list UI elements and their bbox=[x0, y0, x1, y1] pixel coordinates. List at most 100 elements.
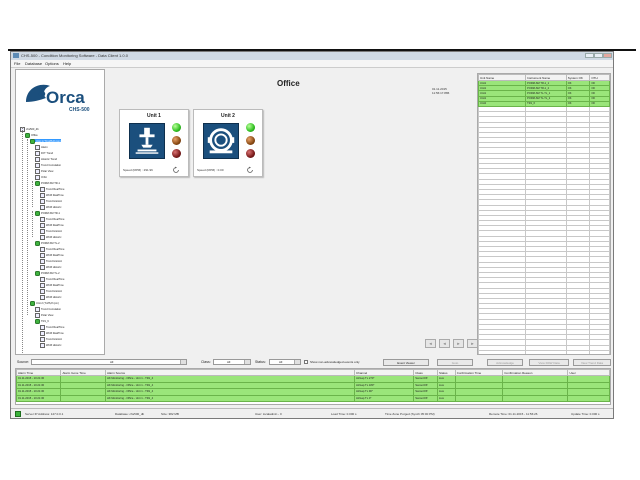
tree-node[interactable]: PORM-SM TL-2 bbox=[35, 271, 60, 276]
tree-node[interactable]: Trend Historic bbox=[40, 259, 62, 264]
acknowledge-button[interactable]: Acknowledge bbox=[487, 359, 523, 366]
tree-node[interactable]: Trend RealTime bbox=[40, 325, 64, 330]
tree-node[interactable]: Unit 1 (TC-MS,8 rpm) bbox=[30, 139, 61, 144]
tree-node[interactable]: Trend RealTime bbox=[40, 277, 65, 282]
unit-1-name: Unit 1 bbox=[147, 113, 161, 119]
tree-node-label: Trend Historic bbox=[46, 229, 63, 233]
server-address: Server IP Address: 127.0.0.1 bbox=[25, 412, 64, 416]
status-value: All bbox=[279, 360, 283, 364]
page-title: Office bbox=[277, 79, 300, 88]
tree-node[interactable]: Wrdif Historic bbox=[40, 265, 61, 270]
alarm-table: Alarm Time Alarm Gone Time Alarm Source Cha… bbox=[16, 369, 610, 402]
document-icon bbox=[35, 145, 40, 150]
tree-node[interactable]: Wrdif Historic bbox=[40, 295, 61, 300]
tree-node[interactable]: Wrdif RealTime bbox=[40, 253, 64, 258]
status-select[interactable]: All bbox=[269, 359, 301, 365]
tree-node[interactable]: Trend RealTime bbox=[40, 187, 64, 192]
document-icon bbox=[40, 325, 45, 330]
tree-node[interactable]: Orbit bbox=[35, 175, 47, 180]
menu-help[interactable]: Help bbox=[63, 61, 71, 66]
maximize-button[interactable] bbox=[594, 53, 603, 58]
goto-button[interactable]: Goto bbox=[437, 359, 473, 366]
remote-time: Remote Time: 01.11.2015 - 11:56:26 bbox=[489, 412, 538, 416]
tree-node[interactable]: Trend Correlation bbox=[35, 307, 61, 312]
tree-node[interactable]: Trend Historic bbox=[40, 337, 62, 342]
document-icon bbox=[35, 307, 40, 312]
class-select[interactable]: All bbox=[213, 359, 251, 365]
tree-node[interactable]: Trend Historic bbox=[40, 199, 62, 204]
alarm-cell: HK Monitoring - Office - Unit 1 - TR1_4 bbox=[104, 394, 356, 402]
unit-1-status-ok-led bbox=[172, 123, 181, 132]
tree-node-label: Trend RealTime bbox=[46, 247, 65, 251]
nav-first-button[interactable]: ◄ bbox=[425, 339, 436, 348]
minimize-button[interactable] bbox=[585, 53, 594, 58]
document-icon bbox=[40, 253, 45, 258]
tree-node[interactable]: Trend Historic bbox=[40, 229, 63, 234]
unit-1-card[interactable]: Unit 1 Speed (RPM) : 291.96 bbox=[119, 109, 189, 177]
tree-node-label: Unit 2 (T-MS,8 rpm) bbox=[36, 301, 59, 305]
tree-node[interactable]: Alarm bbox=[35, 145, 48, 150]
tree-node[interactable]: Trend Historic bbox=[40, 289, 63, 294]
tree-node-label: Trend RealTime bbox=[46, 277, 65, 281]
document-icon bbox=[35, 313, 40, 318]
tree-node-label: chs500_db bbox=[26, 127, 39, 131]
source-select[interactable]: All bbox=[31, 359, 187, 365]
tree-connector bbox=[32, 211, 33, 237]
status-ok-icon bbox=[35, 211, 40, 216]
instrument-table: Unit Name Instrument Name System OK OTH Uni… bbox=[478, 74, 610, 354]
menu-database[interactable]: Database bbox=[25, 61, 42, 66]
document-icon bbox=[40, 247, 45, 252]
nav-next-button[interactable]: ► bbox=[453, 339, 464, 348]
tree-node[interactable]: PORM-SM TR-1 bbox=[35, 211, 60, 216]
close-button[interactable] bbox=[603, 53, 612, 58]
tree-node[interactable]: Wrdif Historic bbox=[40, 235, 61, 240]
tree-node[interactable]: TR1_6 bbox=[35, 319, 49, 324]
view-trend-data-button[interactable]: View Trend Data bbox=[573, 359, 611, 366]
tree-node[interactable]: Wrdif RealTime bbox=[40, 223, 64, 228]
tree-node[interactable]: Trend RealTime bbox=[40, 217, 65, 222]
tree-node-label: Trend RealTime bbox=[46, 217, 65, 221]
tree-node[interactable]: Wrdif Historic bbox=[40, 343, 61, 348]
tree-node[interactable]: Unit 2 (T-MS,8 rpm) bbox=[30, 301, 59, 306]
document-icon bbox=[40, 265, 45, 270]
tree-node[interactable]: FFT Trend bbox=[35, 151, 53, 156]
tree-node[interactable]: PORM-SM TR-1 bbox=[35, 181, 60, 186]
tree-node[interactable]: Polar View bbox=[35, 313, 54, 318]
document-icon bbox=[35, 163, 40, 168]
instrument-cell bbox=[589, 349, 610, 354]
asset-tree[interactable]: chs500_db Office Unit 1 (TC-MS,8 rpm) Alarm… bbox=[18, 127, 104, 353]
alarm-row[interactable]: 01.11.2015 - 10:21:30 HK Monitoring - Off… bbox=[16, 394, 610, 402]
tree-node-label: Polar View bbox=[41, 313, 54, 317]
purge-info: Time Zone Purged (Synch 05:00 PM) bbox=[385, 412, 435, 416]
alarm-filter-bar: Source: All Class: All Status: All Show … bbox=[15, 358, 611, 367]
non-ack-checkbox[interactable] bbox=[304, 360, 308, 364]
status-bar: Server IP Address: 127.0.0.1 Database: c… bbox=[11, 408, 613, 418]
tree-node[interactable]: Office bbox=[25, 133, 38, 138]
tree-node[interactable]: Wrdif RealTime bbox=[40, 193, 64, 198]
tree-node[interactable]: PORM-SM TL-2 bbox=[35, 241, 60, 246]
document-icon bbox=[40, 295, 45, 300]
menu-file[interactable]: File bbox=[14, 61, 20, 66]
event-viewer-button[interactable]: Event Viewer bbox=[383, 359, 429, 366]
tree-node[interactable]: Trend Correlation bbox=[35, 163, 61, 168]
tree-node[interactable]: Wrdif Historic bbox=[40, 205, 61, 210]
unit-2-card[interactable]: Unit 2 Speed (RPM) : 0.00 bbox=[193, 109, 263, 177]
tree-node[interactable]: Wrdif RealTime bbox=[40, 331, 64, 336]
tree-node[interactable]: Historic Trend bbox=[35, 157, 57, 162]
unit-1-refresh-icon[interactable] bbox=[172, 166, 180, 174]
unit-2-refresh-icon[interactable] bbox=[246, 166, 254, 174]
update-time: Update Time: 0.000 s bbox=[571, 412, 600, 416]
tree-node[interactable]: Polar View bbox=[35, 169, 53, 174]
window-title: CHS-500 - Condition Monitoring Software … bbox=[21, 53, 128, 58]
tree-node-label: PORM-SM TR-1 bbox=[41, 211, 60, 215]
nav-prev-button[interactable]: ◄ bbox=[439, 339, 450, 348]
tree-node[interactable]: Wrdif RealTime bbox=[40, 283, 64, 288]
document-icon bbox=[40, 199, 45, 204]
tree-node-label: Orbit bbox=[41, 175, 47, 179]
view-raw-data-button[interactable]: View RAW Data bbox=[529, 359, 569, 366]
tree-node-label: Trend Historic bbox=[46, 289, 63, 293]
tree-node-label: Wrdif RealTime bbox=[46, 283, 64, 287]
tree-node[interactable]: Trend RealTime bbox=[40, 247, 65, 252]
tree-node-label: Alarm bbox=[41, 145, 48, 149]
menu-options[interactable]: Options bbox=[45, 61, 59, 66]
